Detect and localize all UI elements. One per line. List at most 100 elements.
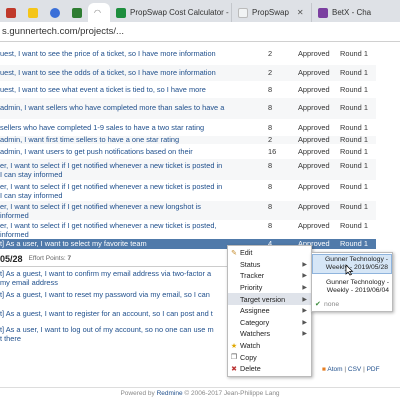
table-row[interactable]: uest, I want to see the odds of a ticket… (0, 65, 376, 81)
issue-subject[interactable]: t] As a guest, I want to confirm my emai… (0, 269, 230, 287)
tab-loading[interactable]: ◠ (88, 3, 110, 22)
star-icon: ★ (230, 342, 238, 350)
menu-item-label: Category (240, 317, 270, 327)
issue-subject[interactable]: t] As a user, I want to select my favori… (0, 239, 262, 248)
menu-item-category[interactable]: Category ▶ (228, 317, 311, 329)
menu-item-label: Watch (240, 341, 261, 351)
issue-subject[interactable]: uest, I want to see the odds of a ticket… (0, 68, 262, 77)
table-row[interactable]: er, I want to select if I get notified w… (0, 180, 376, 201)
issue-round: Round 1 (340, 103, 368, 112)
table-row[interactable]: admin, I want sellers who have completed… (0, 98, 376, 119)
issue-subject[interactable]: sellers who have completed 1-9 sales to … (0, 123, 262, 132)
issue-round: Round 1 (340, 49, 368, 58)
issue-status: Approved (298, 147, 330, 156)
redmine-link[interactable]: Redmine (157, 390, 183, 397)
menu-item-watch[interactable]: ★ Watch (228, 340, 311, 352)
menu-item-label: Tracker (240, 271, 265, 281)
menu-item-priority[interactable]: Priority ▶ (228, 282, 311, 294)
tab-icon-1[interactable] (0, 4, 22, 22)
close-icon[interactable]: ✕ (297, 8, 304, 17)
issue-subject[interactable]: er, I want to select if I get notified w… (0, 221, 262, 239)
table-row[interactable]: sellers who have completed 1-9 sales to … (0, 119, 376, 136)
tab-propswap[interactable]: PropSwap ✕ (232, 3, 312, 22)
context-menu: ✎ Edit Status ▶ Tracker ▶ Priority ▶ Target … (227, 245, 312, 377)
issue-points: 8 (268, 221, 273, 230)
address-bar[interactable]: s.gunnertech.com/projects/... (0, 22, 400, 42)
tab-icon-3[interactable] (44, 4, 66, 22)
tab-icon-2[interactable] (22, 4, 44, 22)
drive-icon (28, 8, 38, 18)
issue-subject[interactable]: er, I want to select if I get notified w… (0, 202, 262, 220)
menu-item-label: Priority (240, 283, 263, 293)
issue-subject[interactable]: t] As a user, I want to log out of my ac… (0, 325, 230, 343)
issue-subject[interactable]: t] As a guest, I want to register for an… (0, 309, 230, 318)
version-option-none[interactable]: ✔ none (312, 300, 392, 310)
tab-betx[interactable]: BetX - Cha (312, 3, 376, 22)
sheets-icon (116, 7, 126, 18)
issue-round: Round 1 (340, 182, 368, 191)
issue-status: Approved (298, 68, 330, 77)
issue-status: Approved (298, 85, 330, 94)
version-title[interactable]: 05/28 (0, 254, 23, 264)
chevron-right-icon: ▶ (302, 319, 307, 326)
menu-item-status[interactable]: Status ▶ (228, 259, 311, 271)
table-row[interactable]: er, I want to select if I get notified w… (0, 159, 376, 180)
copy-icon: ❐ (230, 354, 238, 362)
export-links: ■ Atom | CSV | PDF (322, 366, 380, 373)
check-icon: ✔ (315, 301, 321, 308)
url-text[interactable]: s.gunnertech.com/projects/... (0, 26, 124, 37)
menu-item-copy[interactable]: ❐ Copy (228, 351, 311, 363)
issue-subject[interactable]: uest, I want to see the price of a ticke… (0, 49, 262, 58)
effort-points-label: Effort Points: (28, 255, 66, 262)
menu-item-label: Delete (240, 364, 261, 374)
pencil-icon: ✎ (231, 249, 237, 257)
target-version-submenu: Gunner Technology - Weekly - 2019/05/28 … (311, 252, 393, 312)
app-icon (6, 8, 16, 18)
menu-item-watchers[interactable]: Watchers ▶ (228, 328, 311, 340)
issue-round: Round 1 (340, 147, 368, 156)
tab-cost-calculator[interactable]: PropSwap Cost Calculator - G ✕ (110, 3, 232, 22)
issue-points: 8 (268, 85, 273, 94)
issue-subject[interactable]: admin, I want sellers who have completed… (0, 103, 262, 112)
chevron-right-icon: ▶ (302, 285, 307, 292)
issue-status: Approved (298, 221, 330, 230)
issue-subject[interactable]: er, I want to select if I get notified w… (0, 161, 262, 179)
separator: | (344, 366, 347, 373)
menu-item-delete[interactable]: ✖ Delete (228, 363, 311, 375)
issue-points: 2 (268, 49, 273, 58)
issue-status: Approved (298, 161, 330, 170)
none-label: none (324, 301, 340, 308)
issue-subject[interactable]: er, I want to select if I get notified w… (0, 182, 262, 200)
menu-item-edit[interactable]: ✎ Edit (228, 247, 311, 259)
issue-subject[interactable]: t] As a guest, I want to reset my passwo… (0, 290, 230, 299)
menu-item-label: Target version (240, 294, 286, 304)
issue-subject[interactable]: uest, I want to see what event a ticket … (0, 85, 262, 94)
menu-item-assignee[interactable]: Assignee ▶ (228, 305, 311, 317)
issue-subject[interactable]: admin, I want users to get push notifica… (0, 147, 262, 156)
table-row[interactable]: uest, I want to see the price of a ticke… (0, 43, 376, 65)
issue-round: Round 1 (340, 85, 368, 94)
betx-icon (318, 7, 328, 18)
menu-item-tracker[interactable]: Tracker ▶ (228, 270, 311, 282)
powered-by-text: Powered by (120, 390, 155, 397)
browser-tab-bar: ◠ PropSwap Cost Calculator - G ✕ PropSwa… (0, 0, 400, 22)
table-row[interactable]: uest, I want to see what event a ticket … (0, 81, 376, 98)
table-row-selected[interactable]: t] As a user, I want to select my favori… (0, 239, 376, 249)
table-row[interactable]: admin, I want users to get push notifica… (0, 144, 376, 159)
trash-icon: ✖ (231, 365, 237, 373)
feed-icon: ■ (322, 366, 326, 373)
tab-icon-4[interactable] (66, 4, 88, 22)
issue-round: Round 1 (340, 221, 368, 230)
issue-round: Round 1 (340, 123, 368, 132)
issue-round: Round 1 (340, 135, 368, 144)
version-option-0604[interactable]: Gunner Technology - Weekly - 2019/06/04 (312, 278, 392, 296)
table-row[interactable]: admin, I want first time sellers to have… (0, 135, 376, 144)
issue-subject[interactable]: admin, I want first time sellers to have… (0, 135, 262, 144)
menu-item-target-version[interactable]: Target version ▶ (228, 293, 311, 305)
atom-link[interactable]: Atom (327, 366, 342, 373)
pdf-link[interactable]: PDF (367, 366, 380, 373)
csv-link[interactable]: CSV (348, 366, 361, 373)
table-row[interactable]: er, I want to select if I get notified w… (0, 201, 376, 220)
table-row[interactable]: er, I want to select if I get notified w… (0, 220, 376, 239)
issue-round: Round 1 (340, 68, 368, 77)
